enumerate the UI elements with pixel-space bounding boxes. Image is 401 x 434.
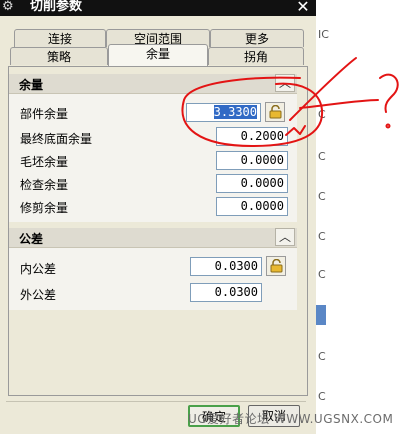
background-window-text: IC xyxy=(318,28,329,41)
lock-icon xyxy=(270,259,283,273)
intol-lock-button[interactable] xyxy=(266,256,286,276)
background-window-text: C xyxy=(318,268,326,281)
background-selection-marker xyxy=(316,305,326,325)
tolerance-section-title: 公差 xyxy=(19,232,44,246)
part-stock-value: 3.3300 xyxy=(213,105,257,119)
part-stock-label: 部件余量 xyxy=(20,107,69,121)
blank-stock-label: 毛坯余量 xyxy=(20,155,69,169)
gear-icon: ⚙ xyxy=(2,0,14,14)
stock-section-header[interactable]: 余量 ︿ xyxy=(9,74,297,94)
intol-field[interactable]: 0.0300 xyxy=(190,257,262,276)
cut-parameters-dialog: ⚙ 切削参数 ✕ 连接 空间范围 更多 策略 余量 拐角 余量 ︿ 部件余量 3… xyxy=(0,0,316,434)
check-stock-field[interactable]: 0.0000 xyxy=(216,174,288,193)
background-window-text: C xyxy=(318,390,326,403)
stock-section-title: 余量 xyxy=(19,78,44,92)
close-button[interactable]: ✕ xyxy=(294,0,312,16)
blank-stock-field[interactable]: 0.0000 xyxy=(216,151,288,170)
part-stock-lock-button[interactable] xyxy=(265,102,285,122)
intol-label: 内公差 xyxy=(20,262,57,276)
lock-icon xyxy=(269,105,282,119)
background-window-text: C xyxy=(318,150,326,163)
floor-stock-label: 最终底面余量 xyxy=(20,132,93,146)
window-title: 切削参数 xyxy=(30,0,83,14)
outtol-label: 外公差 xyxy=(20,288,57,302)
floor-stock-field[interactable]: 0.2000 xyxy=(216,127,288,146)
tab-corners[interactable]: 拐角 xyxy=(208,47,304,65)
tab-connection[interactable]: 连接 xyxy=(14,29,106,47)
tolerance-section-header[interactable]: 公差 ︿ xyxy=(9,228,297,248)
trim-stock-label: 修剪余量 xyxy=(20,201,69,215)
tab-stock[interactable]: 余量 xyxy=(108,44,208,66)
check-stock-label: 检查余量 xyxy=(20,178,69,192)
title-bar[interactable]: ⚙ 切削参数 ✕ xyxy=(0,0,316,16)
resize-divider xyxy=(6,401,306,404)
background-window-text: C xyxy=(318,108,326,121)
chevron-up-icon[interactable]: ︿ xyxy=(275,74,295,92)
background-window-text: C xyxy=(318,350,326,363)
part-stock-field[interactable]: 3.3300 xyxy=(186,103,261,122)
chevron-up-icon[interactable]: ︿ xyxy=(275,228,295,246)
tab-strategy[interactable]: 策略 xyxy=(10,47,108,65)
trim-stock-field[interactable]: 0.0000 xyxy=(216,197,288,216)
outtol-field[interactable]: 0.0300 xyxy=(190,283,262,302)
background-window-text: C xyxy=(318,190,326,203)
tab-more[interactable]: 更多 xyxy=(210,29,304,47)
background-window-text: C xyxy=(318,230,326,243)
forum-watermark: UG爱好者论坛 WWW.UGSNX.COM xyxy=(188,412,394,426)
